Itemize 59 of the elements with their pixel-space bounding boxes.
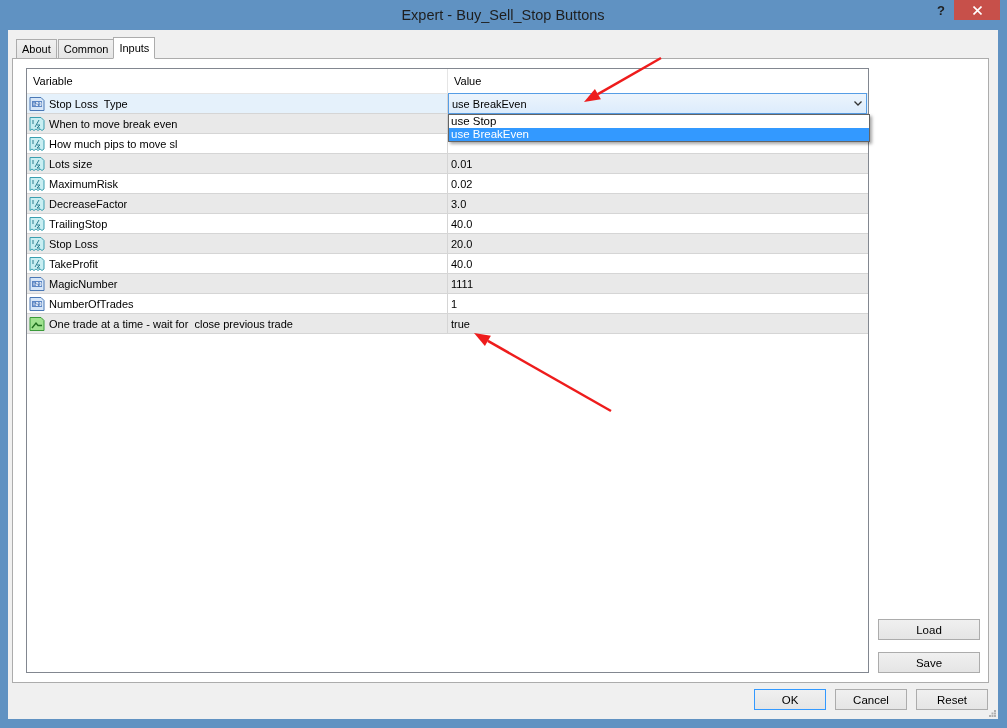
close-icon	[972, 5, 982, 15]
value-text: 0.01	[451, 157, 473, 170]
value-text: 1	[451, 297, 458, 310]
variable-name: Lots size	[49, 157, 93, 170]
chevron-icon	[854, 101, 862, 106]
close-button[interactable]	[954, 0, 1000, 20]
value-text: 0.02	[451, 177, 473, 190]
variable-name: TrailingStop	[49, 217, 108, 230]
tab[interactable]: About	[16, 39, 57, 58]
column-header: Value	[454, 75, 482, 87]
fraction-icon	[29, 155, 45, 172]
value-text: 40.0	[451, 257, 473, 270]
size-grip-icon[interactable]	[989, 710, 996, 717]
variable-name: One trade at a time - wait for close previous trade	[49, 317, 293, 330]
fraction-icon	[29, 115, 45, 132]
dialog-button[interactable]: Reset	[916, 689, 988, 710]
tab[interactable]: Inputs	[113, 37, 156, 59]
dropdown-field[interactable]: use BreakEven	[448, 93, 867, 114]
dialog-button[interactable]: OK	[754, 689, 826, 710]
table-row[interactable]: TakeProfit 40.0	[27, 254, 868, 274]
value-text: 40.0	[451, 217, 473, 230]
variable-name: TakeProfit	[49, 257, 98, 270]
fraction-icon	[29, 235, 45, 252]
fraction-icon	[29, 215, 45, 232]
variable-name: When to move break even	[49, 117, 178, 130]
table-row[interactable]: NumberOfTrades 1	[27, 294, 868, 314]
tab[interactable]: Common	[57, 39, 115, 58]
numeric-icon	[29, 295, 45, 312]
value-text: 3.0	[451, 197, 467, 210]
numeric-icon	[29, 275, 45, 292]
table-row[interactable]: MaximumRisk 0.02	[27, 174, 868, 194]
fraction-icon	[29, 255, 45, 272]
dialog-button[interactable]: Cancel	[835, 689, 907, 710]
dialog-button[interactable]: Save	[878, 652, 980, 673]
dialog-button[interactable]: Load	[878, 619, 980, 640]
value-text: true	[451, 317, 470, 330]
variable-name: Stop Loss	[49, 237, 98, 250]
fraction-icon	[29, 175, 45, 192]
numeric-icon	[29, 95, 45, 112]
table-row[interactable]: One trade at a time - wait for close previous trade true	[27, 314, 868, 334]
window-title: Expert - Buy_Sell_Stop Buttons	[401, 6, 605, 25]
variable-name: DecreaseFactor	[49, 197, 128, 210]
table-row[interactable]: TrailingStop 40.0	[27, 214, 868, 234]
variable-name: Stop Loss Type	[49, 97, 128, 110]
table-row[interactable]: Stop Loss 20.0	[27, 234, 868, 254]
help-button[interactable]: ?	[933, 0, 949, 22]
column-header: Variable	[33, 75, 73, 87]
fraction-icon	[29, 135, 45, 152]
value-text: 20.0	[451, 237, 473, 250]
fraction-icon	[29, 195, 45, 212]
dropdown-option[interactable]: use Stop	[449, 115, 869, 128]
table-row[interactable]: DecreaseFactor 3.0	[27, 194, 868, 214]
zigzag-icon	[29, 315, 45, 332]
variable-name: NumberOfTrades	[49, 297, 134, 310]
variable-name: MaximumRisk	[49, 177, 119, 190]
table-row[interactable]: Lots size 0.01	[27, 154, 868, 174]
table-row[interactable]: MagicNumber 1111	[27, 274, 868, 294]
value-text: 1111	[451, 277, 474, 290]
variable-name: MagicNumber	[49, 277, 118, 290]
